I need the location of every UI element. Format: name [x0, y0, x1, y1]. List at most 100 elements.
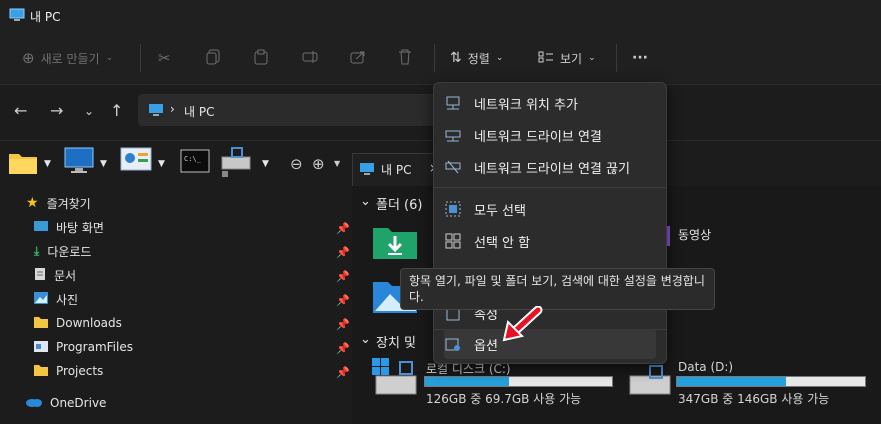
chevron-down-icon[interactable]: ▼: [100, 159, 107, 169]
share-icon: [350, 50, 366, 67]
downloads-folder-icon[interactable]: [372, 224, 418, 263]
folder-icon: [34, 316, 48, 331]
menu-item-label: 네트워크 위치 추가: [474, 97, 578, 113]
new-label: 새로 만들기: [40, 51, 100, 66]
rename-button[interactable]: [302, 46, 318, 70]
onedrive-label: OneDrive: [50, 396, 107, 410]
menu-item-disconnect-network-drive[interactable]: 네트워크 드라이브 연결 끊기: [444, 153, 656, 181]
view-list-icon: [538, 50, 554, 67]
command-bar: ⊕ 새로 만들기 ⌄ ✂ ⇅ 정렬 ⌄ 보기 ⌄ ···: [0, 32, 881, 85]
chevron-down-icon[interactable]: ▼: [334, 159, 340, 168]
forward-arrow-icon[interactable]: →: [50, 101, 63, 120]
pin-icon[interactable]: 📌: [336, 246, 350, 259]
menu-item-map-network-drive[interactable]: 네트워크 드라이브 연결: [444, 121, 656, 149]
desktop-icon: [34, 220, 48, 235]
drive-label-d[interactable]: Data (D:): [678, 360, 733, 374]
menu-item-options[interactable]: 옵션: [444, 329, 656, 359]
sort-arrows-icon: ⇅: [450, 50, 462, 66]
paste-button[interactable]: [254, 46, 268, 70]
cut-button[interactable]: ✂: [158, 46, 171, 70]
menu-item-add-network-location[interactable]: 네트워크 위치 추가: [444, 89, 656, 117]
this-pc-icon: [148, 103, 164, 120]
menu-item-select-all[interactable]: 모두 선택: [444, 195, 656, 223]
copy-button[interactable]: [206, 46, 220, 70]
chevron-down-icon[interactable]: ▼: [44, 159, 51, 169]
cloud-icon: [26, 396, 42, 410]
red-arrow-icon: [500, 305, 544, 347]
sidebar-item-label: 사진: [56, 292, 79, 307]
sort-button[interactable]: ⇅ 정렬 ⌄: [450, 46, 503, 70]
sidebar-item-pictures[interactable]: 사진: [34, 288, 78, 310]
sidebar-item-favorites[interactable]: ★ 즐겨찾기: [26, 192, 91, 214]
select-none-icon: [444, 232, 462, 250]
pin-icon[interactable]: 📌: [336, 366, 350, 379]
share-button[interactable]: [350, 46, 366, 70]
drive-usage-bar-c: [424, 376, 613, 387]
view-button[interactable]: 보기 ⌄: [538, 46, 596, 70]
menu-item-select-none[interactable]: 선택 안 함: [444, 227, 656, 255]
menu-item-label: 모두 선택: [474, 203, 526, 219]
tooltip: 항목 열기, 파일 및 폴더 보기, 검색에 대한 설정을 변경합니다.: [400, 268, 715, 310]
command-prompt-icon[interactable]: C:\_: [180, 149, 210, 176]
folder-icon[interactable]: [8, 149, 38, 178]
more-button[interactable]: ···: [632, 46, 648, 70]
breadcrumb-chevron-icon: ›: [170, 102, 175, 116]
new-button[interactable]: ⊕ 새로 만들기 ⌄: [22, 46, 113, 70]
folder-label-videos[interactable]: 동영상: [678, 226, 711, 243]
delete-button[interactable]: [398, 46, 412, 70]
trash-icon: [398, 49, 412, 68]
monitor-icon[interactable]: [64, 147, 94, 178]
folder-icon: [34, 364, 48, 379]
back-circle-icon[interactable]: ⊖: [290, 155, 303, 173]
breadcrumb[interactable]: 내 PC: [184, 103, 214, 120]
devices-section-header[interactable]: 장치 및: [376, 332, 416, 351]
up-arrow-icon[interactable]: ↑: [110, 101, 123, 120]
back-arrow-icon[interactable]: ←: [14, 101, 27, 120]
drive-usage-bar-d: [676, 376, 866, 387]
address-bar[interactable]: › 내 PC: [138, 94, 438, 126]
chevron-down-icon[interactable]: ▼: [262, 159, 269, 169]
control-panel-icon[interactable]: [120, 147, 152, 178]
pin-icon[interactable]: 📌: [336, 222, 350, 235]
windows-drive-icon[interactable]: [372, 358, 420, 401]
sidebar-item-programfiles[interactable]: ProgramFiles: [34, 336, 133, 358]
forward-circle-icon[interactable]: ⊕: [312, 155, 325, 173]
sidebar-item-onedrive[interactable]: OneDrive: [26, 392, 106, 414]
tab-this-pc[interactable]: 내 PC ×: [352, 153, 444, 186]
favorites-label: 즐겨찾기: [46, 196, 91, 211]
drive-space-c: 126GB 중 69.7GB 사용 가능: [426, 392, 582, 406]
chevron-down-icon[interactable]: ⌄: [360, 332, 371, 347]
options-icon: [444, 335, 462, 353]
chevron-down-icon[interactable]: ⌄: [360, 194, 371, 209]
pin-icon[interactable]: 📌: [336, 294, 350, 307]
drive-usage-fill: [677, 377, 787, 386]
picture-icon: [34, 291, 48, 308]
pin-icon[interactable]: 📌: [336, 318, 350, 331]
chevron-down-icon[interactable]: ▼: [158, 159, 165, 169]
sidebar-item-documents[interactable]: 문서: [34, 264, 76, 286]
pin-icon[interactable]: 📌: [336, 342, 350, 355]
pin-icon[interactable]: 📌: [336, 270, 350, 283]
scissors-icon: ✂: [158, 49, 171, 67]
select-all-icon: [444, 200, 462, 218]
menu-item-label: 옵션: [474, 338, 498, 354]
sort-label: 정렬: [467, 51, 490, 66]
sidebar-item-downloads-kr[interactable]: ⤓ 다운로드: [34, 240, 91, 262]
copy-icon: [206, 49, 220, 68]
sidebar-item-downloads[interactable]: Downloads: [34, 312, 122, 334]
disconnect-drive-icon: [444, 158, 462, 176]
sidebar-item-label: ProgramFiles: [56, 340, 133, 354]
data-drive-icon[interactable]: [628, 364, 676, 401]
network-drive-icon[interactable]: [220, 145, 254, 182]
menu-item-label: 네트워크 드라이브 연결: [474, 129, 602, 145]
clipboard-icon: [254, 49, 268, 68]
folders-section-header[interactable]: 폴더 (6): [376, 194, 422, 213]
sidebar-item-label: Downloads: [56, 316, 122, 330]
sidebar-item-desktop[interactable]: 바탕 화면: [34, 216, 104, 238]
sidebar-item-projects[interactable]: Projects: [34, 360, 103, 382]
drive-space-d: 347GB 중 146GB 사용 가능: [678, 392, 830, 406]
recent-chevron-icon[interactable]: ⌄: [84, 104, 94, 118]
sidebar-item-label: 바탕 화면: [56, 220, 104, 235]
sidebar-item-label: 다운로드: [47, 244, 92, 259]
sidebar-item-label: Projects: [56, 364, 104, 378]
